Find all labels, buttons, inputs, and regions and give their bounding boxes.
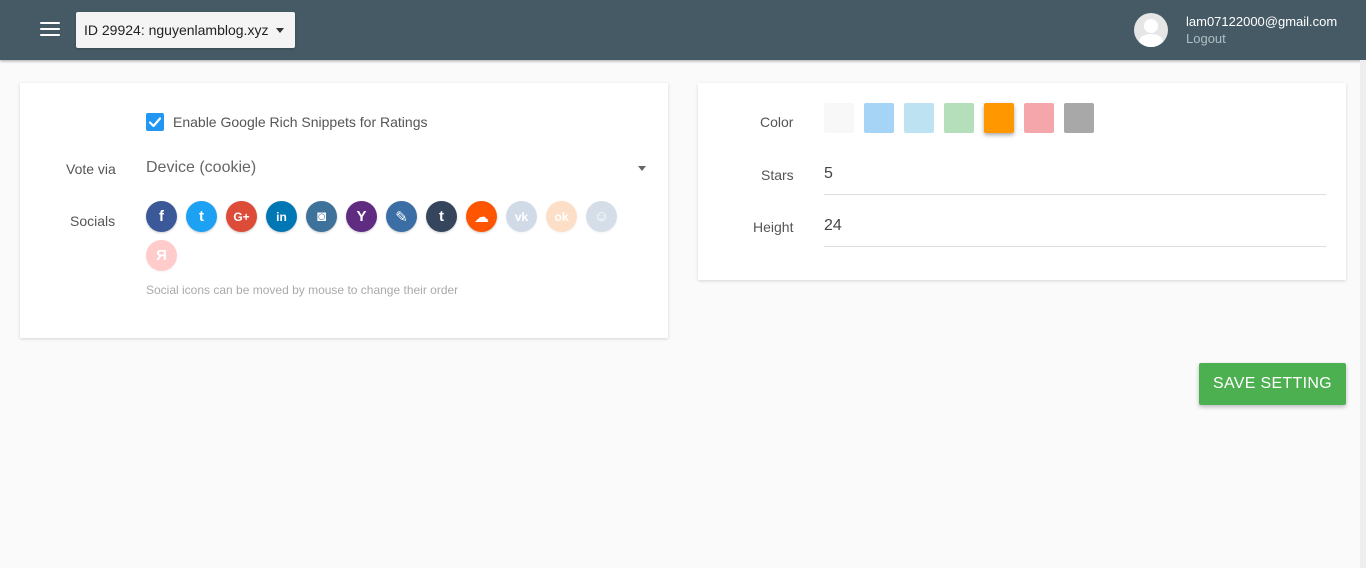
avatar[interactable]: [1134, 13, 1168, 47]
top-bar: ID 29924: nguyenlamblog.xyz lam07122000@…: [0, 0, 1366, 60]
linkedin-icon[interactable]: in: [266, 201, 297, 232]
mail-ru-icon[interactable]: ☺: [586, 201, 617, 232]
user-icon: [1138, 19, 1164, 47]
color-swatch[interactable]: [864, 103, 894, 133]
vote-via-value: Device (cookie): [146, 159, 257, 176]
rating-settings-card: Enable Google Rich Snippets for Ratings …: [20, 83, 668, 338]
google-plus-icon[interactable]: G+: [226, 201, 257, 232]
rich-snippets-label[interactable]: Enable Google Rich Snippets for Ratings: [173, 114, 427, 130]
vote-via-select[interactable]: Device (cookie): [146, 156, 648, 182]
socials-label: Socials: [70, 213, 116, 229]
stars-label: Stars: [761, 167, 794, 183]
save-setting-button[interactable]: SAVE SETTING: [1199, 363, 1346, 405]
facebook-icon[interactable]: f: [146, 201, 177, 232]
stars-value: 5: [824, 165, 833, 182]
pencil-icon[interactable]: ✎: [386, 201, 417, 232]
site-selector[interactable]: ID 29924: nguyenlamblog.xyz: [76, 12, 295, 48]
vote-via-label: Vote via: [66, 161, 116, 177]
odnoklassniki-icon[interactable]: ok: [546, 201, 577, 232]
height-value: 24: [824, 217, 842, 234]
vk-icon[interactable]: vk: [506, 201, 537, 232]
color-swatch[interactable]: [944, 103, 974, 133]
chevron-down-icon: [638, 166, 646, 171]
color-swatch[interactable]: [824, 103, 854, 133]
soundcloud-icon[interactable]: ☁: [466, 201, 497, 232]
socials-hint: Social icons can be moved by mouse to ch…: [146, 283, 459, 297]
menu-icon[interactable]: [40, 22, 60, 38]
instagram-icon[interactable]: ◙: [306, 201, 337, 232]
height-label: Height: [753, 219, 794, 235]
logout-link[interactable]: Logout: [1186, 31, 1226, 46]
page-scrollbar[interactable]: [1360, 60, 1366, 568]
twitter-icon[interactable]: t: [186, 201, 217, 232]
color-label: Color: [760, 114, 794, 130]
chevron-down-icon: [276, 27, 285, 33]
tumblr-icon[interactable]: t: [426, 201, 457, 232]
yahoo-icon[interactable]: Y: [346, 201, 377, 232]
yandex-icon[interactable]: Я: [146, 240, 177, 271]
stars-input[interactable]: 5: [824, 163, 1326, 195]
color-swatch[interactable]: [904, 103, 934, 133]
color-swatch[interactable]: [1024, 103, 1054, 133]
appearance-card: Color Stars 5 Height 24: [698, 83, 1346, 280]
rich-snippets-checkbox[interactable]: [146, 113, 164, 131]
site-selector-label: ID 29924: nguyenlamblog.xyz: [84, 22, 269, 38]
user-email: lam07122000@gmail.com: [1186, 14, 1338, 29]
check-icon: [148, 117, 162, 128]
height-input[interactable]: 24: [824, 215, 1326, 247]
color-swatch[interactable]: [1064, 103, 1094, 133]
color-swatch[interactable]: [984, 103, 1014, 133]
